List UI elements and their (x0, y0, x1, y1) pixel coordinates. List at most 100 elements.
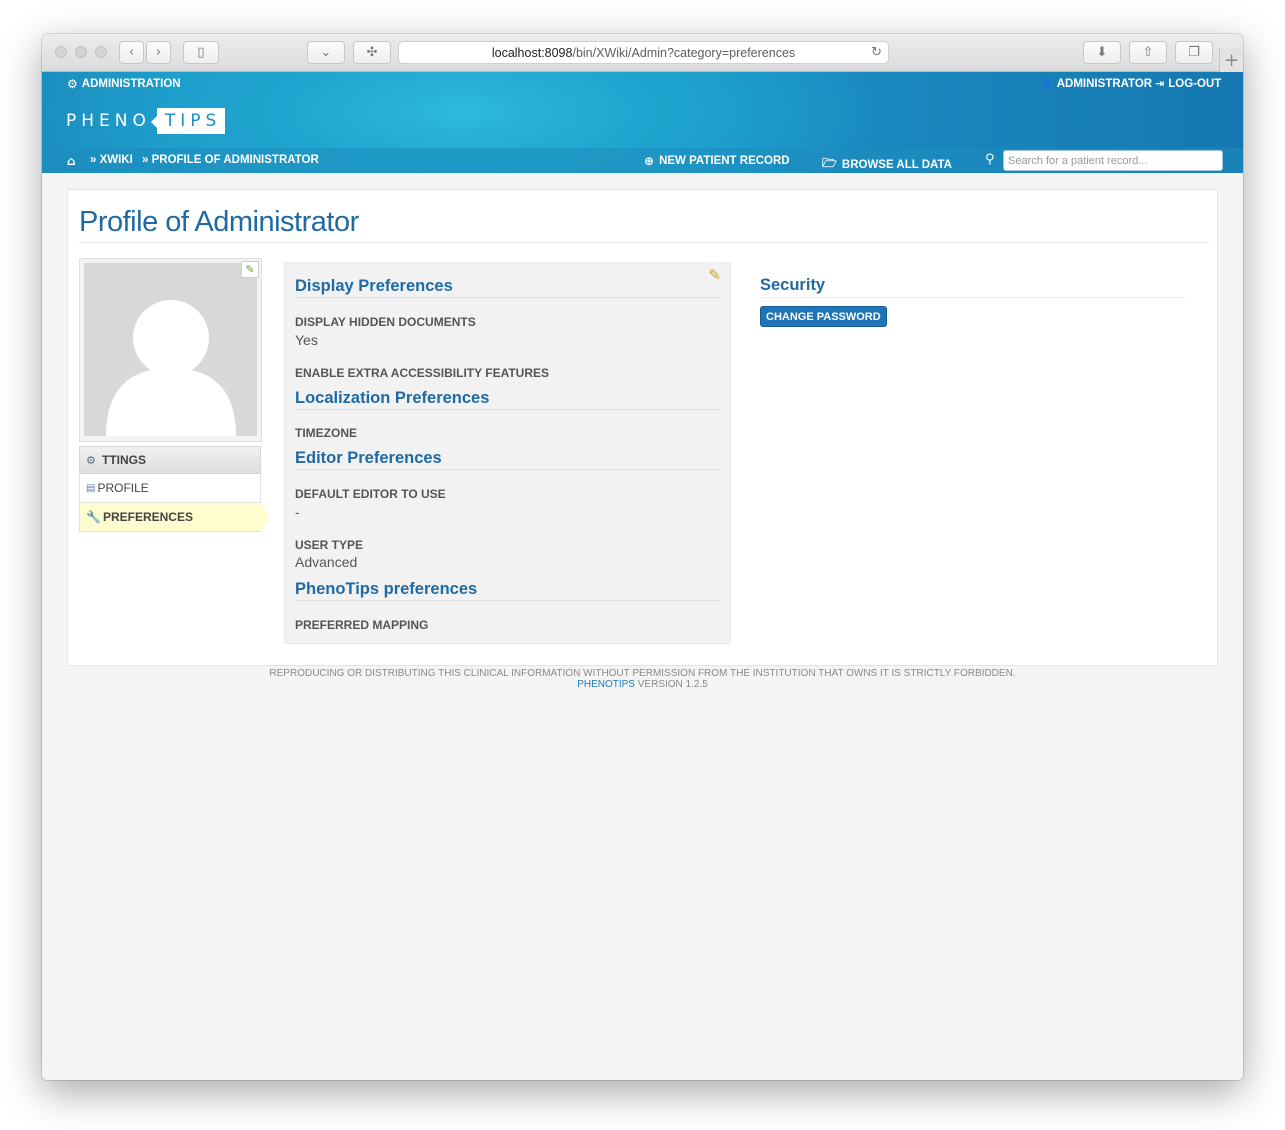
plus-icon: + (1223, 49, 1240, 71)
avatar: ✎ (79, 258, 262, 442)
new-tab-button[interactable]: + (1219, 48, 1243, 72)
footer-brand-link[interactable]: PHENOTIPS (577, 679, 635, 690)
timezone-label: TIMEZONE (295, 426, 357, 440)
logout-icon: ⇥ (1155, 77, 1165, 90)
pocket-icon: ⌄ (320, 45, 332, 60)
search-placeholder: Search for a patient record... (1008, 155, 1148, 167)
user-name: ADMINISTRATOR (1056, 77, 1153, 90)
settings-label: TTINGS (102, 453, 146, 467)
footer: REPRODUCING OR DISTRIBUTING THIS CLINICA… (42, 666, 1243, 690)
section-divider (295, 600, 721, 601)
download-icon: ⬇ (1096, 45, 1108, 60)
menu-item-profile-label: PROFILE (97, 481, 149, 495)
preferred-mapping-label: PREFERRED MAPPING (295, 618, 429, 632)
forward-button[interactable]: › (146, 41, 171, 64)
settings-menu-header: ⚙ TTINGS (79, 446, 261, 474)
section-divider (295, 409, 721, 410)
logout-label: LOG-OUT (1168, 77, 1222, 90)
gears-icon: ⚙ (67, 77, 78, 91)
user-type-label: USER TYPE (295, 538, 364, 552)
display-preferences-title: Display Preferences (295, 277, 453, 295)
close-window-button[interactable] (55, 46, 67, 58)
folder-open-icon: 🗁 (822, 156, 837, 170)
editor-preferences-title: Editor Preferences (295, 449, 442, 467)
edit-pencil-icon[interactable]: ✎ (708, 266, 721, 284)
pocket-button[interactable]: ⌄ (307, 41, 345, 64)
address-bar[interactable]: localhost:8098/bin/XWiki/Admin?category=… (398, 41, 889, 64)
logout-link[interactable]: ⇥ LOG-OUT (1155, 77, 1221, 90)
change-password-button[interactable]: CHANGE PASSWORD (760, 306, 887, 327)
security-title: Security (760, 276, 826, 294)
section-divider (295, 469, 721, 470)
breadcrumb-xwiki[interactable]: » XWIKI (90, 154, 133, 166)
search-icon: ⚲ (985, 152, 995, 167)
extension-button[interactable]: ✣ (353, 41, 391, 64)
phenotips-preferences-title: PhenoTips preferences (295, 580, 478, 598)
logo-tips: TIPS (150, 108, 226, 134)
edit-image-icon: ✎ (245, 263, 255, 276)
chevron-left-icon: ‹ (128, 45, 135, 60)
breadcrumb-profile[interactable]: » PROFILE OF ADMINISTRATOR (142, 154, 319, 166)
footer-notice: REPRODUCING OR DISTRIBUTING THIS CLINICA… (269, 668, 1016, 679)
url-host: localhost:8098 (491, 45, 573, 60)
home-icon: ⌂ (67, 154, 76, 168)
reload-icon[interactable]: ↻ (871, 45, 882, 60)
title-divider (79, 242, 1209, 243)
new-patient-record-button[interactable]: ⊕ NEW PATIENT RECORD (644, 154, 790, 168)
menu-item-preferences[interactable]: 🔧 PREFERENCES (79, 503, 270, 532)
default-editor-value: - (295, 504, 300, 520)
plus-circle-icon: ⊕ (644, 154, 655, 168)
footer-version-line: PHENOTIPS VERSION 1.2.5 (42, 679, 1243, 690)
security-divider (760, 297, 1186, 298)
tabs-icon: ❐ (1188, 45, 1200, 60)
administration-link[interactable]: ⚙ ADMINISTRATION (67, 77, 181, 91)
puzzle-icon: ✣ (366, 45, 378, 60)
site-header: ⚙ ADMINISTRATION 👤 ADMINISTRATOR ⇥ LOG-O… (42, 72, 1243, 173)
accessibility-label: ENABLE EXTRA ACCESSIBILITY FEATURES (295, 366, 550, 380)
browser-toolbar: ‹ › ▯ ⌄ ✣ localhost:8098/bin/XWiki/Admin… (42, 34, 1243, 72)
breadcrumb-xwiki-label: » XWIKI (90, 154, 133, 166)
user-icon: 👤 (1039, 77, 1053, 90)
avatar-placeholder (84, 263, 257, 436)
chevron-right-icon: › (155, 45, 162, 60)
edit-avatar-button[interactable]: ✎ (241, 261, 259, 278)
profile-side-menu: ⚙ TTINGS ▤ PROFILE 🔧 PREFERENCES (79, 446, 270, 532)
browse-all-label: BROWSE ALL DATA (841, 158, 952, 171)
menu-item-preferences-label: PREFERENCES (102, 510, 193, 524)
tabs-overview-button[interactable]: ❐ (1175, 41, 1213, 64)
breadcrumb: ⌂ » XWIKI » PROFILE OF ADMINISTRATOR ⊕ N… (42, 148, 1243, 173)
share-button[interactable]: ⇧ (1129, 41, 1167, 64)
zoom-window-button[interactable] (95, 46, 107, 58)
patient-search-input[interactable]: Search for a patient record... (1003, 150, 1223, 171)
breadcrumb-profile-label: » PROFILE OF ADMINISTRATOR (142, 154, 319, 166)
footer-version: VERSION 1.2.5 (637, 679, 708, 690)
user-type-value: Advanced (295, 554, 358, 570)
main-content: Profile of Administrator ✎ ⚙ TTINGS ▤ PR… (67, 189, 1218, 666)
logo-pheno: PHENO (66, 111, 151, 131)
section-divider (295, 297, 721, 298)
wrench-icon: 🔧 (86, 510, 101, 524)
menu-item-profile[interactable]: ▤ PROFILE (79, 474, 261, 503)
downloads-button[interactable]: ⬇ (1083, 41, 1121, 64)
profile-card-icon: ▤ (86, 482, 96, 494)
user-silhouette-icon (106, 300, 236, 436)
minimize-window-button[interactable] (75, 46, 87, 58)
page-title: Profile of Administrator (79, 206, 359, 238)
default-editor-label: DEFAULT EDITOR TO USE (295, 487, 446, 501)
sidebar-toggle-button[interactable]: ▯ (183, 41, 219, 64)
hidden-documents-label: DISPLAY HIDDEN DOCUMENTS (295, 315, 476, 329)
settings-icon: ⚙ (86, 453, 96, 467)
localization-preferences-title: Localization Preferences (295, 389, 490, 407)
user-link[interactable]: 👤 ADMINISTRATOR (1039, 77, 1152, 90)
hidden-documents-value: Yes (295, 332, 318, 348)
phenotips-logo[interactable]: PHENO TIPS (66, 107, 226, 135)
top-nav: ⚙ ADMINISTRATION 👤 ADMINISTRATOR ⇥ LOG-O… (42, 72, 1243, 96)
share-icon: ⇧ (1142, 45, 1154, 60)
sidebar-icon: ▯ (197, 45, 205, 60)
administration-label: ADMINISTRATION (81, 78, 181, 90)
new-patient-label: NEW PATIENT RECORD (659, 155, 790, 167)
browse-all-data-button[interactable]: 🗁 BROWSE ALL DATA (822, 154, 952, 175)
back-button[interactable]: ‹ (119, 41, 144, 64)
home-link[interactable]: ⌂ (67, 154, 76, 168)
preferences-panel: ✎ Display Preferences DISPLAY HIDDEN DOC… (284, 262, 731, 644)
